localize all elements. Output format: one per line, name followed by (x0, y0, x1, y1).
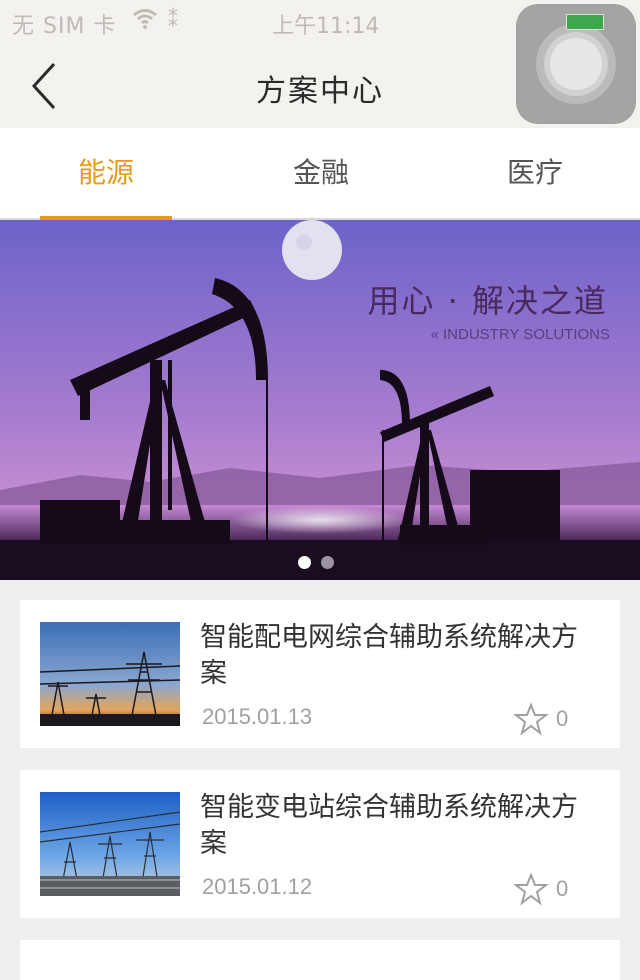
tab-energy[interactable]: 能源 (40, 128, 172, 220)
solution-title: 智能配电网综合辅助系统解决方案 (200, 622, 578, 689)
favorite-count: 0 (556, 876, 569, 901)
favorite-count: 0 (556, 706, 569, 731)
banner-title: 用心 · 解决之道 (367, 282, 608, 320)
status-time: 上午11:14 (272, 14, 380, 39)
solution-card[interactable]: 智能配电网综合辅助系统解决方案 2015.01.13 0 (20, 600, 620, 748)
carousel-pager (298, 554, 344, 573)
banner-subtitle-text: INDUSTRY SOLUTIONS (443, 326, 610, 343)
carrier-label: 无 SIM 卡 (12, 14, 117, 39)
star-outline-icon (514, 702, 548, 736)
battery-icon (566, 14, 604, 30)
carousel-dot-1[interactable] (298, 556, 311, 569)
banner-image (0, 220, 640, 580)
solution-card[interactable] (20, 940, 620, 980)
activity-spinner-icon: ⁑ (168, 8, 178, 32)
carousel-dot-2[interactable] (321, 556, 334, 569)
tab-label: 能源 (77, 156, 134, 189)
tab-medical[interactable]: 医疗 (450, 128, 620, 218)
assistive-touch-core (550, 38, 602, 90)
banner-subtitle: «INDUSTRY SOLUTIONS (431, 326, 610, 343)
solution-title: 智能变电站综合辅助系统解决方案 (200, 792, 578, 859)
wifi-icon (133, 9, 157, 29)
double-chevron-left-icon: « (430, 326, 440, 343)
solution-card[interactable]: 智能变电站综合辅助系统解决方案 2015.01.12 0 (20, 770, 620, 918)
solution-date: 2015.01.13 (202, 704, 313, 729)
tab-label: 医疗 (506, 156, 563, 189)
category-tabs: 能源 金融 医疗 (0, 128, 640, 220)
tab-label: 金融 (292, 156, 349, 189)
solution-date: 2015.01.12 (202, 874, 313, 899)
star-outline-icon (514, 872, 548, 906)
tab-finance[interactable]: 金融 (236, 128, 406, 218)
solution-thumbnail (40, 792, 180, 896)
solution-thumbnail (40, 622, 180, 726)
banner-carousel[interactable]: 用心 · 解决之道 «INDUSTRY SOLUTIONS (0, 220, 640, 580)
